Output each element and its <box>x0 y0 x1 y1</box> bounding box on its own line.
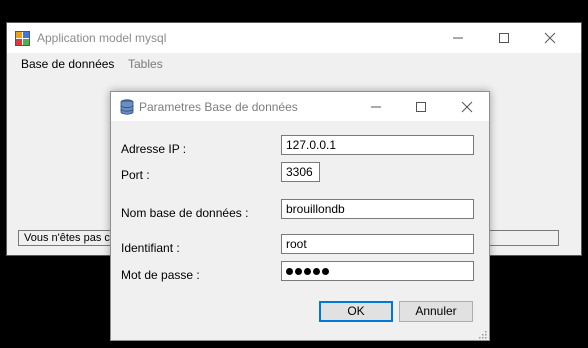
close-icon <box>461 101 473 113</box>
database-icon <box>120 99 134 115</box>
main-titlebar[interactable]: Application model mysql <box>7 23 581 53</box>
cancel-button[interactable]: Annuler <box>399 301 473 322</box>
password-label: Mot de passe : <box>121 268 200 282</box>
menu-item-database[interactable]: Base de données <box>21 57 114 71</box>
user-input[interactable] <box>281 234 474 254</box>
minimize-button[interactable] <box>435 23 481 53</box>
close-icon <box>544 32 556 44</box>
dialog-maximize-button[interactable] <box>398 92 443 121</box>
password-input[interactable] <box>281 261 474 281</box>
password-dot <box>295 268 302 275</box>
ip-label: Adresse IP : <box>121 142 187 156</box>
menu-item-tables[interactable]: Tables <box>128 57 163 71</box>
dialog-close-button[interactable] <box>444 92 489 121</box>
ip-input[interactable] <box>281 135 474 155</box>
menu-bar: Base de données Tables <box>7 53 581 75</box>
port-input[interactable] <box>281 162 320 182</box>
close-button[interactable] <box>527 23 573 53</box>
password-dot <box>322 268 329 275</box>
db-name-input[interactable] <box>281 199 474 219</box>
maximize-icon <box>416 102 426 112</box>
settings-dialog: Parametres Base de données Adresse IP : … <box>110 91 490 341</box>
dialog-title: Parametres Base de données <box>139 100 298 114</box>
user-label: Identifiant : <box>121 241 180 255</box>
password-dot <box>304 268 311 275</box>
status-text: Vous n'êtes pas co <box>24 232 116 244</box>
db-name-label: Nom base de données : <box>121 206 249 220</box>
maximize-button[interactable] <box>481 23 527 53</box>
password-mask <box>286 265 329 275</box>
maximize-icon <box>499 33 509 43</box>
password-dot <box>313 268 320 275</box>
app-icon <box>15 30 31 46</box>
window-title: Application model mysql <box>37 31 167 45</box>
minimize-icon <box>453 37 463 39</box>
dialog-minimize-button[interactable] <box>353 92 398 121</box>
password-dot <box>286 268 293 275</box>
ok-button[interactable]: OK <box>319 301 393 322</box>
resize-grip-icon[interactable] <box>477 328 487 339</box>
minimize-icon <box>371 106 381 108</box>
dialog-titlebar[interactable]: Parametres Base de données <box>111 92 489 121</box>
port-label: Port : <box>121 168 150 182</box>
